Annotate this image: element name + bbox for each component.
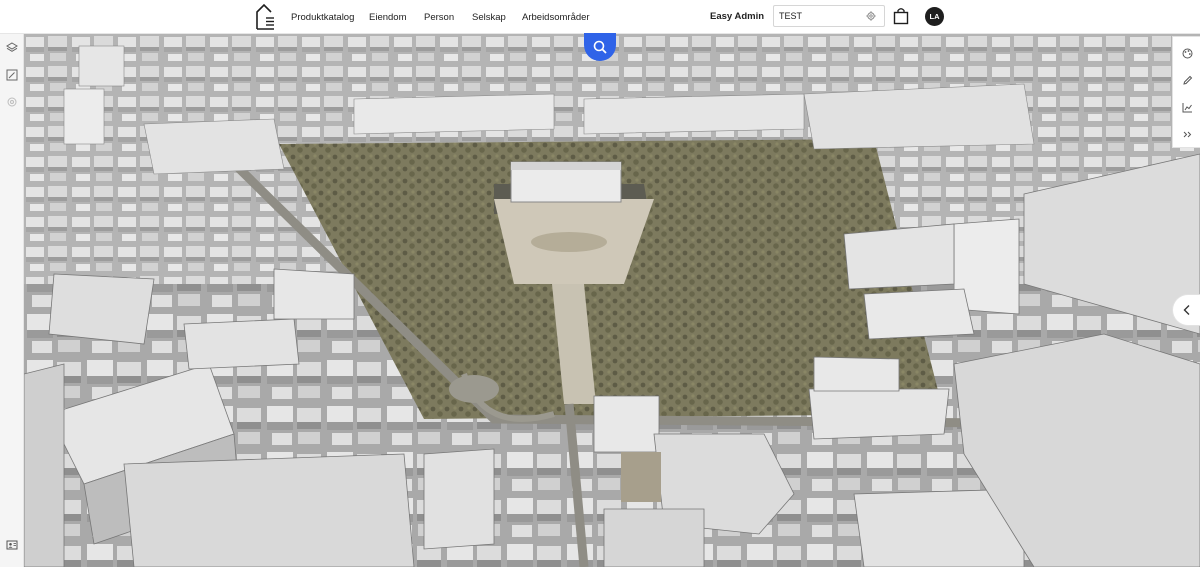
nav-eiendom[interactable]: Eiendom <box>369 0 407 34</box>
shopping-bag-icon[interactable] <box>893 7 909 25</box>
chart-icon[interactable] <box>1179 99 1195 115</box>
left-toolbar <box>0 34 24 567</box>
double-chevron-right-icon[interactable] <box>1179 126 1195 142</box>
map-edit-icon[interactable] <box>4 67 19 82</box>
search-field[interactable] <box>773 5 885 27</box>
user-name: Easy Admin <box>710 10 765 22</box>
house-document-icon[interactable] <box>255 3 275 30</box>
layers-icon[interactable] <box>4 40 19 55</box>
nav-arbeidsomrader[interactable]: Arbeidsområder <box>522 0 590 34</box>
user-card-icon[interactable] <box>4 537 19 552</box>
avatar[interactable]: LA <box>925 7 944 26</box>
top-bar: Produktkatalog Eiendom Person Selskap Ar… <box>0 0 1200 34</box>
search-icon <box>593 40 607 54</box>
search-input[interactable] <box>779 8 863 24</box>
side-panel-toggle[interactable] <box>1172 294 1200 326</box>
gear-icon[interactable] <box>866 11 876 21</box>
city-3d-scene[interactable] <box>24 34 1200 567</box>
right-toolbar <box>1172 36 1200 148</box>
map-3d-view[interactable] <box>24 34 1200 567</box>
pencil-icon[interactable] <box>1179 72 1195 88</box>
nav-selskap[interactable]: Selskap <box>472 0 506 34</box>
palette-icon[interactable] <box>1179 45 1195 61</box>
nav-produktkatalog[interactable]: Produktkatalog <box>291 0 354 34</box>
chevron-left-icon <box>1183 305 1189 315</box>
settings-icon[interactable] <box>4 94 19 109</box>
nav-person[interactable]: Person <box>424 0 454 34</box>
